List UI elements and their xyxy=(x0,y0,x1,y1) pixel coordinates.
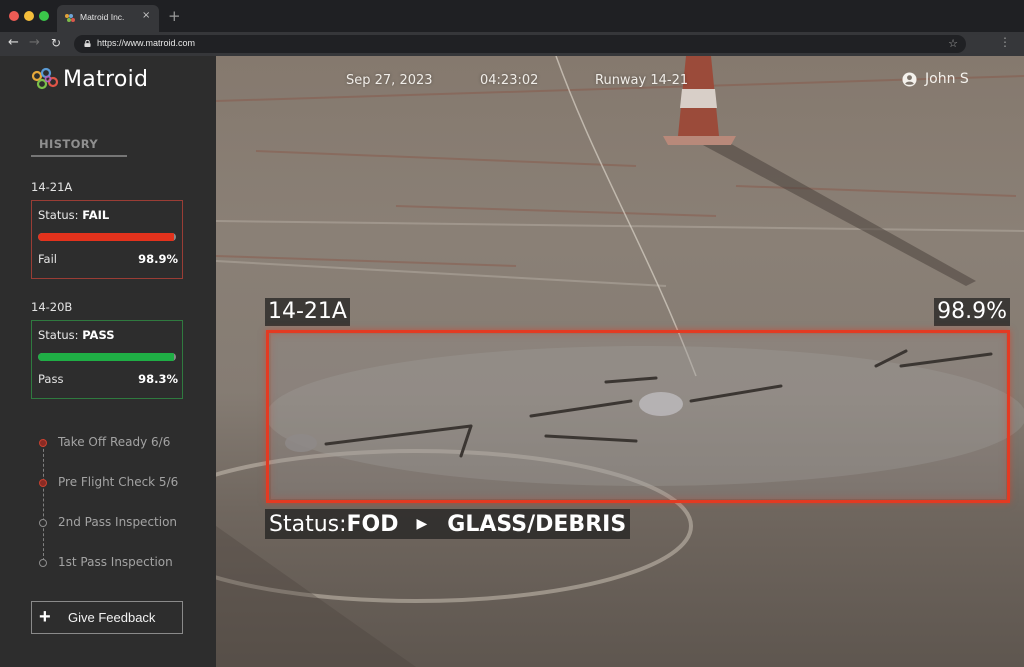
status-prefix: Status: xyxy=(38,328,83,342)
result-label: Pass xyxy=(38,372,64,386)
confidence-bar xyxy=(38,233,176,241)
close-tab-icon[interactable]: × xyxy=(142,10,150,21)
feedback-label: Give Feedback xyxy=(68,610,156,625)
browser-tab[interactable]: Matroid Inc. × xyxy=(57,5,159,32)
url-text[interactable]: https://www.matroid.com xyxy=(97,38,195,48)
user-account-icon xyxy=(902,71,917,87)
timeline-dot-icon xyxy=(39,479,47,487)
history-tab[interactable]: HISTORY xyxy=(31,136,127,157)
browser-toolbar: ← → ↻ https://www.matroid.com ☆ ⋮ xyxy=(0,32,1024,56)
card-status: Status: PASS xyxy=(38,328,115,342)
sidebar: Matroid HISTORY 14-21A Status: FAIL Fail… xyxy=(0,56,216,667)
address-bar[interactable]: https://www.matroid.com ☆ xyxy=(74,35,966,53)
lock-icon xyxy=(84,40,91,47)
timeline-label: 1st Pass Inspection xyxy=(58,555,173,569)
matroid-logo[interactable]: Matroid xyxy=(31,66,148,92)
browser-menu-icon[interactable]: ⋮ xyxy=(999,35,1011,49)
timeline-item-2nd-pass[interactable]: 2nd Pass Inspection xyxy=(36,515,216,531)
result-label: Fail xyxy=(38,252,57,266)
timeline-dot-icon xyxy=(39,439,47,447)
header-date: Sep 27, 2023 xyxy=(346,73,433,88)
history-item-id: 14-20B xyxy=(31,300,73,314)
new-tab-icon[interactable]: + xyxy=(168,7,181,25)
matroid-favicon-icon xyxy=(65,14,75,22)
timeline-label: Take Off Ready 6/6 xyxy=(58,435,171,449)
history-item-id: 14-21A xyxy=(31,180,73,194)
status-prefix: Status: xyxy=(269,511,347,537)
detection-category: GLASS/DEBRIS xyxy=(447,511,627,537)
confidence-value: 98.3% xyxy=(138,372,178,386)
timeline-item-1st-pass[interactable]: 1st Pass Inspection xyxy=(36,555,216,571)
give-feedback-button[interactable]: + Give Feedback xyxy=(31,601,183,634)
detection-confidence-label: 98.9% xyxy=(934,298,1010,326)
status-prefix: Status: xyxy=(38,208,83,222)
timeline-item-pre-flight-check[interactable]: Pre Flight Check 5/6 xyxy=(36,475,216,491)
confidence-value: 98.9% xyxy=(138,252,178,266)
camera-feed[interactable]: Sep 27, 2023 04:23:02 Runway 14-21 John … xyxy=(216,56,1024,667)
brand-name: Matroid xyxy=(63,66,149,92)
detection-bounding-box[interactable] xyxy=(266,330,1010,503)
matroid-logo-icon xyxy=(31,67,59,90)
timeline-dot-icon xyxy=(39,559,47,567)
detection-id-label: 14-21A xyxy=(265,298,350,326)
header-time: 04:23:02 xyxy=(480,73,539,88)
status-value: PASS xyxy=(82,328,115,342)
user-name: John S xyxy=(925,71,969,87)
confidence-bar-fill xyxy=(38,353,174,361)
timeline-label: 2nd Pass Inspection xyxy=(58,515,178,529)
bookmark-star-icon[interactable]: ☆ xyxy=(948,37,958,50)
header-runway: Runway 14-21 xyxy=(595,73,689,88)
user-menu[interactable]: John S xyxy=(902,69,969,89)
detection-status-label: Status: FOD ▶ GLASS/DEBRIS xyxy=(265,509,631,539)
timeline-item-take-off-ready[interactable]: Take Off Ready 6/6 xyxy=(36,435,216,451)
timeline-dot-icon xyxy=(39,519,47,527)
timeline-connector xyxy=(43,439,44,561)
confidence-bar xyxy=(38,353,176,361)
play-arrow-icon: ▶ xyxy=(416,516,428,532)
confidence-bar-fill xyxy=(38,233,175,241)
status-value: FAIL xyxy=(82,208,110,222)
forward-arrow-icon[interactable]: → xyxy=(29,35,40,50)
history-label: HISTORY xyxy=(39,137,99,151)
window-close-button[interactable] xyxy=(9,11,19,21)
inspection-timeline: Take Off Ready 6/6 Pre Flight Check 5/6 … xyxy=(36,429,216,569)
detection-status: FOD xyxy=(346,511,399,537)
plus-icon: + xyxy=(39,606,51,628)
window-minimize-button[interactable] xyxy=(24,11,34,21)
tab-title: Matroid Inc. xyxy=(80,12,125,22)
reload-icon[interactable]: ↻ xyxy=(51,36,61,50)
history-card-pass[interactable]: Status: PASS Pass 98.3% xyxy=(31,320,183,399)
card-status: Status: FAIL xyxy=(38,208,109,222)
history-card-fail[interactable]: Status: FAIL Fail 98.9% xyxy=(31,200,183,279)
window-maximize-button[interactable] xyxy=(39,11,49,21)
back-arrow-icon[interactable]: ← xyxy=(8,35,19,50)
browser-tab-bar: Matroid Inc. × + xyxy=(0,0,1024,32)
timeline-label: Pre Flight Check 5/6 xyxy=(58,475,179,489)
